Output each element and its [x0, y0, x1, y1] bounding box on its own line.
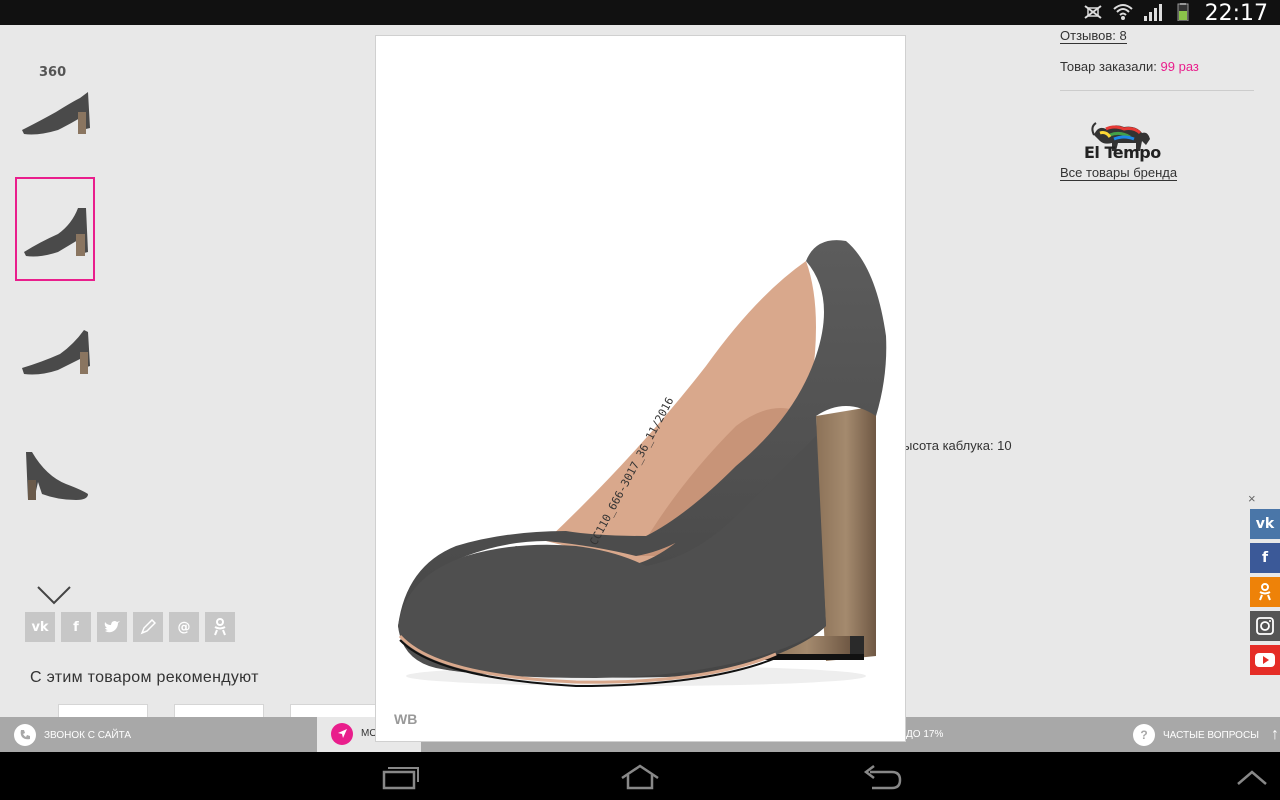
shoe-thumbnail-icon — [22, 330, 90, 375]
status-icons — [1082, 3, 1194, 21]
navigation-arrow-icon — [331, 723, 353, 745]
reviews-link[interactable]: Отзывов: 8 — [1060, 28, 1127, 44]
phone-icon — [14, 724, 36, 746]
twitter-share-icon[interactable] — [97, 612, 127, 642]
call-from-site-button[interactable]: ЗВОНОК С САЙТА — [14, 724, 131, 746]
instagram-icon — [1256, 617, 1274, 635]
ordered-label: Товар заказали: — [1060, 59, 1157, 74]
facebook-social-icon[interactable]: f — [1250, 543, 1280, 573]
share-buttons: vk f @ — [25, 612, 235, 642]
pencil-icon — [140, 619, 156, 635]
question-icon: ? — [1133, 724, 1155, 746]
youtube-icon — [1255, 653, 1275, 667]
status-clock: 22:17 — [1204, 1, 1268, 26]
email-share-icon[interactable]: @ — [169, 612, 199, 642]
back-icon[interactable] — [862, 764, 902, 790]
ordered-count: Товар заказали: 99 раз — [1060, 59, 1199, 74]
chevron-up-icon[interactable] — [1236, 764, 1268, 790]
recommend-card[interactable] — [174, 704, 264, 718]
ordered-value: 99 раз — [1160, 59, 1199, 74]
odnoklassniki-social-icon[interactable] — [1250, 577, 1280, 607]
mute-icon — [1084, 5, 1102, 19]
wb-watermark: WB — [394, 711, 418, 727]
vk-share-icon[interactable]: vk — [25, 612, 55, 642]
twitter-icon — [104, 621, 120, 633]
shoe-thumbnail-icon — [22, 92, 90, 135]
recommend-title: С этим товаром рекомендуют — [30, 669, 259, 686]
discount-label: ДО 17% — [906, 729, 944, 740]
shoe-thumbnail-icon — [26, 452, 88, 500]
thumbnail-side[interactable] — [15, 301, 95, 405]
ok-icon — [1259, 583, 1271, 601]
vk-social-icon[interactable]: vk — [1250, 509, 1280, 539]
arrow-up-icon[interactable]: ↑ — [1271, 726, 1279, 744]
chevron-down-icon[interactable] — [36, 583, 72, 607]
odnoklassniki-share-icon[interactable] — [205, 612, 235, 642]
thumbnail-selected[interactable] — [15, 177, 95, 281]
status-bar: 22:17 — [0, 0, 1280, 26]
product-shoe-image: CC110_666-3017_36_11/2016 — [398, 240, 887, 688]
recommend-card[interactable] — [58, 704, 148, 718]
all-brand-products-link[interactable]: Все товары бренда — [1060, 165, 1178, 181]
social-sidebar: vk f — [1250, 509, 1280, 679]
youtube-social-icon[interactable] — [1250, 645, 1280, 675]
recommend-card[interactable] — [290, 704, 380, 718]
product-image-viewer[interactable]: CC110_666-3017_36_11/2016 WB — [375, 35, 906, 742]
livejournal-share-icon[interactable] — [133, 612, 163, 642]
wifi-icon — [1113, 4, 1133, 20]
facebook-share-icon[interactable]: f — [61, 612, 91, 642]
battery-icon — [1177, 3, 1189, 21]
call-label: ЗВОНОК С САЙТА — [44, 729, 132, 741]
thumbnail-back[interactable] — [15, 425, 95, 529]
divider — [1060, 90, 1254, 91]
faq-label: ЧАСТЫЕ ВОПРОСЫ — [1163, 729, 1260, 741]
signal-icon — [1144, 4, 1162, 21]
faq-button[interactable]: ? ЧАСТЫЕ ВОПРОСЫ ↑ — [1133, 724, 1279, 746]
social-close-icon[interactable]: × — [1248, 491, 1256, 506]
instagram-social-icon[interactable] — [1250, 611, 1280, 641]
badge-360: 360 — [39, 65, 67, 80]
android-nav-bar — [0, 752, 1280, 800]
heel-height-text: ысота каблука: 10 — [903, 438, 1012, 453]
ok-icon — [214, 618, 226, 636]
recent-apps-icon[interactable] — [380, 764, 420, 790]
thumbnail-360[interactable]: 360 — [15, 55, 95, 159]
shoe-thumbnail-icon — [24, 208, 88, 257]
brand-name: El Tempo — [1084, 143, 1161, 162]
home-icon[interactable] — [620, 764, 660, 790]
